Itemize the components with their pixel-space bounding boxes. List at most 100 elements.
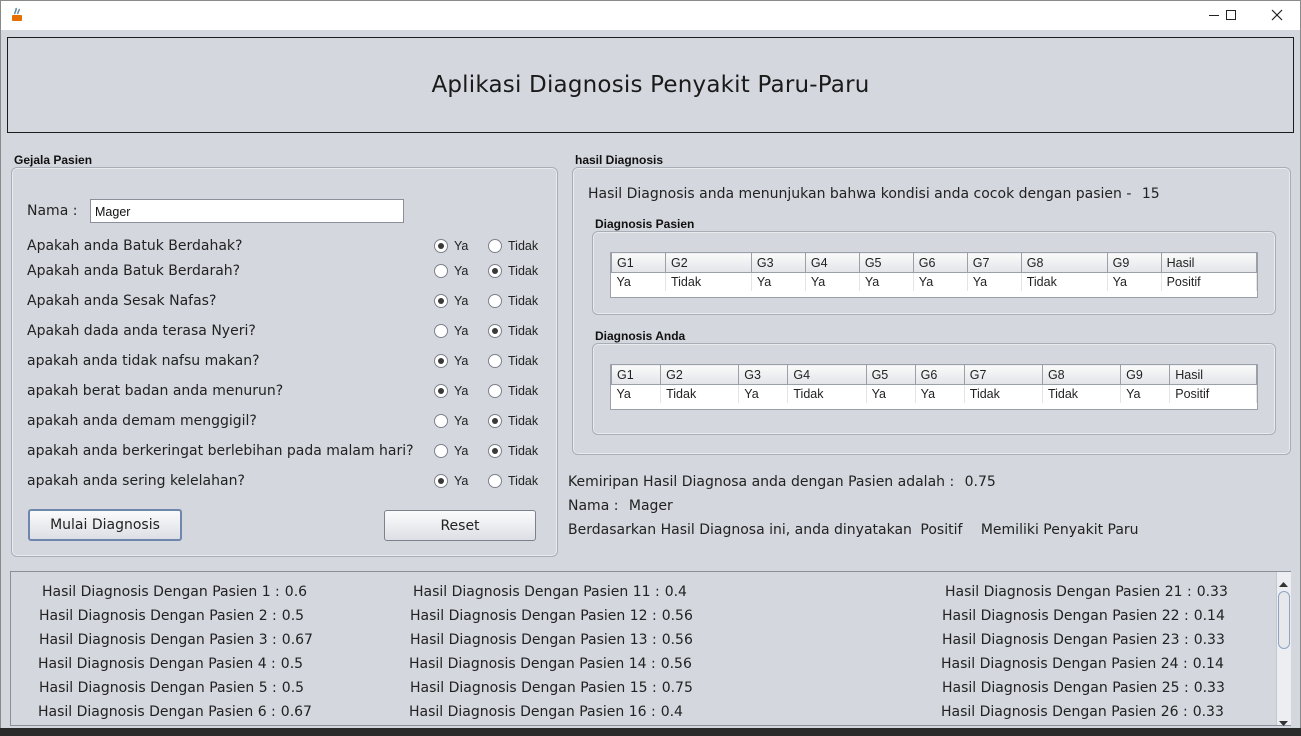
radio-yes-7[interactable] bbox=[434, 414, 448, 428]
radio-yes-5[interactable] bbox=[434, 354, 448, 368]
table-cell[interactable]: Tidak bbox=[665, 272, 752, 291]
taskbar-strip bbox=[0, 728, 1301, 736]
column-header[interactable]: G8 bbox=[1020, 252, 1108, 273]
scrollbar-thumb[interactable] bbox=[1278, 591, 1290, 649]
name-input[interactable]: Mager bbox=[90, 199, 404, 223]
question-text: apakah anda berkeringat berlebihan pada … bbox=[27, 443, 414, 459]
reset-button[interactable]: Reset bbox=[384, 510, 536, 541]
radio-no-1[interactable] bbox=[488, 239, 502, 253]
result-label: Hasil Diagnosis Dengan Pasien 1 : bbox=[42, 584, 280, 600]
table-row[interactable]: Ya Tidak Ya Ya Ya Ya Ya Tidak Ya Positif bbox=[611, 272, 1258, 291]
table-cell[interactable]: Tidak bbox=[1042, 384, 1122, 403]
radio-yes-9[interactable] bbox=[434, 474, 448, 488]
column-header[interactable]: G9 bbox=[1120, 364, 1171, 385]
result-label: Hasil Diagnosis Dengan Pasien 21 : bbox=[945, 584, 1192, 600]
table-cell[interactable]: Ya bbox=[967, 272, 1022, 291]
table-cell[interactable]: Ya bbox=[751, 272, 806, 291]
table-row[interactable]: Ya Tidak Ya Tidak Ya Ya Tidak Tidak Ya Positif bbox=[611, 384, 1257, 403]
radio-yes-label[interactable]: Ya bbox=[454, 354, 468, 368]
radio-yes-label[interactable]: Ya bbox=[454, 444, 468, 458]
table-cell[interactable]: Tidak bbox=[787, 384, 867, 403]
radio-no-label[interactable]: Tidak bbox=[508, 414, 538, 428]
header-panel: Aplikasi Diagnosis Penyakit Paru-Paru bbox=[7, 37, 1294, 133]
maximize-icon bbox=[1226, 10, 1236, 20]
radio-no-4[interactable] bbox=[488, 324, 502, 338]
table-cell[interactable]: Tidak bbox=[1021, 272, 1108, 291]
radio-yes-label[interactable]: Ya bbox=[454, 474, 468, 488]
radio-no-label[interactable]: Tidak bbox=[508, 264, 538, 278]
radio-selected-dot bbox=[492, 448, 498, 454]
radio-no-3[interactable] bbox=[488, 294, 502, 308]
start-diagnosis-button[interactable]: Mulai Diagnosis bbox=[28, 509, 182, 541]
radio-yes-label[interactable]: Ya bbox=[454, 324, 468, 338]
radio-no-label[interactable]: Tidak bbox=[508, 474, 538, 488]
table-cell[interactable]: Ya bbox=[1107, 272, 1162, 291]
column-header[interactable]: G2 bbox=[664, 252, 752, 273]
radio-yes-2[interactable] bbox=[434, 264, 448, 278]
column-header[interactable]: G4 bbox=[804, 252, 860, 273]
radio-no-9[interactable] bbox=[488, 474, 502, 488]
radio-yes-label[interactable]: Ya bbox=[454, 264, 468, 278]
radio-no-label[interactable]: Tidak bbox=[508, 354, 538, 368]
radio-no-label[interactable]: Tidak bbox=[508, 324, 538, 338]
radio-selected-dot bbox=[492, 328, 498, 334]
radio-no-label[interactable]: Tidak bbox=[508, 444, 538, 458]
result-label: Hasil Diagnosis Dengan Pasien 4 : bbox=[38, 656, 276, 672]
result-item: Hasil Diagnosis Dengan Pasien 15 :0.75 bbox=[410, 680, 693, 696]
table-cell[interactable]: Ya bbox=[866, 384, 916, 403]
radio-yes-1[interactable] bbox=[434, 239, 448, 253]
table-cell[interactable]: Ya bbox=[913, 272, 968, 291]
column-header[interactable]: G4 bbox=[787, 364, 867, 385]
table-cell[interactable]: Ya bbox=[915, 384, 965, 403]
table-cell[interactable]: Ya bbox=[805, 272, 860, 291]
column-header[interactable]: G3 bbox=[738, 364, 789, 385]
radio-yes-label[interactable]: Ya bbox=[454, 384, 468, 398]
radio-no-label[interactable]: Tidak bbox=[508, 294, 538, 308]
close-button[interactable] bbox=[1254, 0, 1300, 30]
radio-yes-label[interactable]: Ya bbox=[454, 239, 468, 253]
radio-no-label[interactable]: Tidak bbox=[508, 384, 538, 398]
column-header[interactable]: G1 bbox=[610, 364, 662, 385]
column-header[interactable]: G6 bbox=[912, 252, 968, 273]
radio-yes-label[interactable]: Ya bbox=[454, 294, 468, 308]
column-header[interactable]: G9 bbox=[1106, 252, 1162, 273]
result-label: Hasil Diagnosis Dengan Pasien 25 : bbox=[942, 680, 1189, 696]
column-header[interactable]: G7 bbox=[963, 364, 1043, 385]
radio-no-2[interactable] bbox=[488, 264, 502, 278]
radio-yes-label[interactable]: Ya bbox=[454, 414, 468, 428]
diagnosis-group-title: hasil Diagnosis bbox=[575, 153, 664, 167]
table-cell[interactable]: Ya bbox=[738, 384, 789, 403]
patient-diagnosis-table: G1 G2 G3 G4 G5 G6 G7 G8 G9 Hasil Ya Tidak Ya Ya Ya Ya Y… bbox=[611, 252, 1258, 291]
symptoms-group-title: Gejala Pasien bbox=[14, 153, 93, 167]
column-header[interactable]: Hasil bbox=[1160, 252, 1258, 273]
table-cell[interactable]: Ya bbox=[859, 272, 914, 291]
radio-no-6[interactable] bbox=[488, 384, 502, 398]
table-cell[interactable]: Ya bbox=[1120, 384, 1171, 403]
radio-yes-4[interactable] bbox=[434, 324, 448, 338]
column-header[interactable]: G5 bbox=[858, 252, 914, 273]
radio-no-label[interactable]: Tidak bbox=[508, 239, 538, 253]
radio-no-7[interactable] bbox=[488, 414, 502, 428]
table-cell[interactable]: Tidak bbox=[964, 384, 1043, 403]
radio-yes-8[interactable] bbox=[434, 444, 448, 458]
column-header[interactable]: G3 bbox=[750, 252, 806, 273]
column-header[interactable]: G2 bbox=[660, 364, 740, 385]
table-cell[interactable]: Ya bbox=[611, 384, 662, 403]
table-cell[interactable]: Positif bbox=[1169, 384, 1257, 403]
radio-no-5[interactable] bbox=[488, 354, 502, 368]
maximize-button[interactable] bbox=[1208, 0, 1254, 30]
column-header[interactable]: G5 bbox=[865, 364, 916, 385]
radio-yes-6[interactable] bbox=[434, 384, 448, 398]
radio-no-8[interactable] bbox=[488, 444, 502, 458]
column-header[interactable]: G7 bbox=[966, 252, 1022, 273]
table-cell[interactable]: Tidak bbox=[660, 384, 740, 403]
table-cell[interactable]: Positif bbox=[1161, 272, 1258, 291]
column-header[interactable]: G6 bbox=[914, 364, 965, 385]
column-header[interactable]: G8 bbox=[1041, 364, 1122, 385]
radio-yes-3[interactable] bbox=[434, 294, 448, 308]
table-cell[interactable]: Ya bbox=[611, 272, 666, 291]
column-header[interactable]: Hasil bbox=[1169, 364, 1257, 385]
result-item: Hasil Diagnosis Dengan Pasien 24 :0.14 bbox=[941, 656, 1224, 672]
column-header[interactable]: G1 bbox=[611, 252, 666, 273]
window-title-bar[interactable] bbox=[0, 0, 1301, 30]
